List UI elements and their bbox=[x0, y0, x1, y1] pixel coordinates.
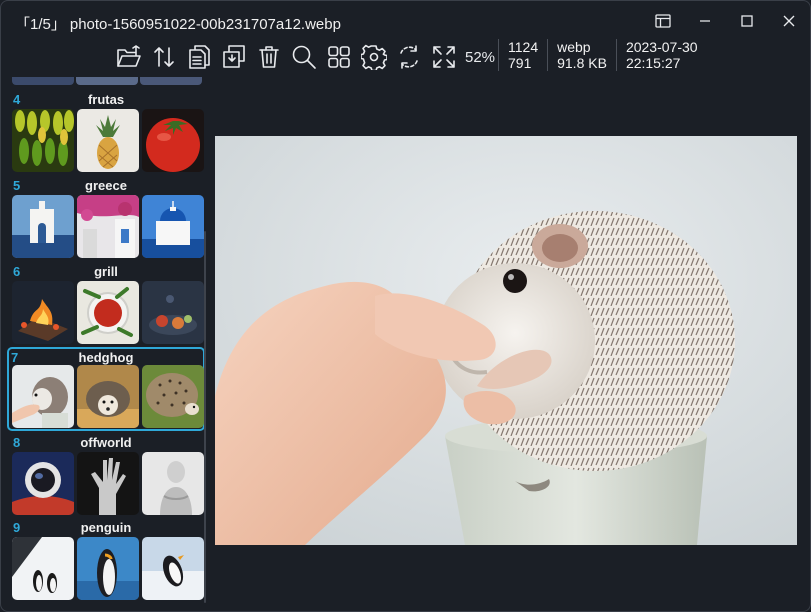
date-info: 2023-07-30 22:15:27 bbox=[615, 39, 707, 71]
folder-name: penguin bbox=[80, 520, 132, 535]
thumbnail-tomato[interactable] bbox=[142, 109, 204, 172]
folder-number: 9 bbox=[13, 520, 21, 535]
fullscreen-icon bbox=[432, 46, 455, 68]
folder-item[interactable]: offworld 8 bbox=[7, 435, 205, 519]
image-counter: 「1/5」 bbox=[15, 16, 66, 33]
folder-number: 8 bbox=[13, 435, 21, 450]
thumbnail-statue[interactable] bbox=[142, 452, 204, 515]
folder-item[interactable]: frutas 4 bbox=[7, 92, 205, 176]
gallery-button[interactable] bbox=[321, 39, 356, 75]
zoom-level[interactable]: 52% bbox=[465, 49, 499, 66]
maximize-icon bbox=[741, 15, 753, 27]
settings-icon bbox=[360, 44, 387, 70]
thumbnail-penguin-sliding[interactable] bbox=[142, 537, 204, 600]
folder-item[interactable]: grill 6 bbox=[7, 264, 205, 348]
folder-number: 7 bbox=[11, 350, 19, 365]
title-bar: 「1/5」 photo-1560951022-00b231707a12.webp bbox=[1, 1, 810, 41]
copy-icon bbox=[188, 45, 210, 69]
folder-item[interactable]: greece 5 bbox=[7, 178, 205, 262]
minimize-button[interactable] bbox=[684, 1, 726, 41]
folder-item-selected[interactable]: hedghog 7 bbox=[7, 347, 205, 431]
thumbnail-peppers-bowl[interactable] bbox=[77, 281, 139, 344]
rotate-icon bbox=[399, 45, 418, 69]
folder-number: 6 bbox=[13, 264, 21, 279]
toolbar: 52% bbox=[111, 37, 499, 77]
thumbnail-greek-chapel[interactable] bbox=[12, 195, 74, 258]
window-controls bbox=[642, 1, 810, 41]
format-info: webp 91.8 KB bbox=[547, 39, 616, 71]
thumbnail-penguins-snow[interactable] bbox=[12, 537, 74, 600]
panel-icon bbox=[655, 14, 671, 28]
open-folder-button[interactable] bbox=[111, 39, 146, 75]
sort-icon bbox=[153, 47, 174, 67]
thumbnail-blue-dome[interactable] bbox=[142, 195, 204, 258]
folder-number: 4 bbox=[13, 92, 21, 107]
folder-name: frutas bbox=[87, 92, 125, 107]
folder-name: greece bbox=[85, 178, 127, 193]
file-name: photo-1560951022-00b231707a12.webp bbox=[69, 16, 341, 33]
copy-to-button[interactable] bbox=[216, 39, 251, 75]
folder-name: hedghog bbox=[78, 350, 134, 365]
thumbnail-astronaut[interactable] bbox=[12, 452, 74, 515]
sort-button[interactable] bbox=[146, 39, 181, 75]
sidebar-scrollbar[interactable] bbox=[204, 231, 206, 603]
panel-toggle-button[interactable] bbox=[642, 1, 684, 41]
copy-button[interactable] bbox=[181, 39, 216, 75]
folder-sidebar: frutas 4 greece 5 grill 6 hedghog 7 offw… bbox=[7, 77, 205, 607]
main-image-view[interactable] bbox=[215, 136, 797, 545]
fullscreen-button[interactable] bbox=[426, 39, 461, 75]
close-icon bbox=[783, 15, 795, 27]
thumbnail-grill-dish[interactable] bbox=[142, 281, 204, 344]
thumbnail-hedgehog-hand[interactable] bbox=[12, 365, 74, 428]
image-height: 791 bbox=[508, 55, 532, 71]
close-button[interactable] bbox=[768, 1, 810, 41]
file-size: 91.8 KB bbox=[557, 55, 607, 71]
minimize-icon bbox=[700, 20, 710, 22]
rotate-button[interactable] bbox=[391, 39, 426, 75]
delete-icon bbox=[258, 46, 279, 68]
viewer-window: 「1/5」photo-1560951022-00b231707a12.webp bbox=[0, 0, 811, 612]
delete-button[interactable] bbox=[251, 39, 286, 75]
folder-item[interactable]: penguin 9 bbox=[7, 520, 205, 604]
copy-to-icon bbox=[222, 45, 245, 68]
search-icon bbox=[292, 45, 316, 69]
thumbnail-pineapple[interactable] bbox=[77, 109, 139, 172]
image-format: webp bbox=[557, 39, 591, 55]
thumbnail-robot-hand[interactable] bbox=[77, 452, 139, 515]
maximize-button[interactable] bbox=[726, 1, 768, 41]
thumbnail-campfire[interactable] bbox=[12, 281, 74, 344]
settings-button[interactable] bbox=[356, 39, 391, 75]
image-info: 1124 791 webp 91.8 KB 2023-07-30 22:15:2… bbox=[498, 39, 707, 71]
open-folder-icon bbox=[116, 45, 141, 67]
thumbnail-hedgehog-grass[interactable] bbox=[142, 365, 204, 428]
thumbnail-king-penguin[interactable] bbox=[77, 537, 139, 600]
window-title: 「1/5」 photo-1560951022-00b231707a12.webp bbox=[15, 13, 341, 34]
thumbnail-hedgehog-straw[interactable] bbox=[77, 365, 139, 428]
folder-name: grill bbox=[94, 264, 118, 279]
dimensions-info: 1124 791 bbox=[498, 39, 547, 71]
folder-number: 5 bbox=[13, 178, 21, 193]
image-width: 1124 bbox=[508, 39, 539, 55]
folder-name: offworld bbox=[80, 435, 132, 450]
thumbnail-bananas[interactable] bbox=[12, 109, 74, 172]
image-date: 2023-07-30 bbox=[625, 39, 698, 55]
previous-folder-thumbnails bbox=[12, 77, 202, 85]
search-button[interactable] bbox=[286, 39, 321, 75]
image-time: 22:15:27 bbox=[625, 55, 681, 71]
thumbnail-bougainvillea-street[interactable] bbox=[77, 195, 139, 258]
gallery-icon bbox=[327, 46, 350, 68]
